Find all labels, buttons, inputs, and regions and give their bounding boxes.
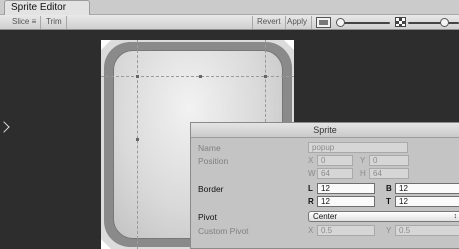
window-titlebar: Sprite Editor <box>0 0 459 15</box>
border-guide-left[interactable] <box>137 40 138 249</box>
pivot-dropdown-value: Center <box>313 212 338 221</box>
custom-pivot-y-axis: Y <box>386 226 392 235</box>
pivot-dropdown[interactable]: Center ↕ <box>308 211 459 222</box>
position-label: Position <box>198 156 229 166</box>
corner-marker <box>101 40 111 50</box>
border-handle[interactable] <box>264 75 267 78</box>
border-handle[interactable] <box>199 75 202 78</box>
border-r-field[interactable]: 12 <box>317 196 375 207</box>
panel-title: Sprite <box>191 123 459 138</box>
position-y-field[interactable]: 0 <box>369 155 409 166</box>
position-w-field[interactable]: 64 <box>317 168 353 179</box>
border-label: Border <box>198 184 224 194</box>
border-b-axis: B <box>386 184 392 193</box>
name-field[interactable]: popup <box>308 142 408 153</box>
border-r-axis: R <box>308 197 314 206</box>
corner-marker <box>284 40 294 50</box>
position-row-wh: W 64 H 64 <box>191 168 459 180</box>
border-handle[interactable] <box>136 75 139 78</box>
revert-button[interactable]: Revert <box>252 16 286 29</box>
mip-slider-track[interactable] <box>408 22 459 24</box>
custom-pivot-x-field[interactable]: 0.5 <box>317 225 375 236</box>
slice-button[interactable]: Slice ≡ <box>8 16 42 29</box>
toolbar: Slice ≡ Trim Revert Apply <box>0 15 459 30</box>
custom-pivot-x-axis: X <box>308 226 314 235</box>
mip-slider-thumb[interactable] <box>440 18 449 27</box>
chevron-updown-icon: ↕ <box>453 213 458 220</box>
border-row-lb: Border L 12 B 12 <box>191 183 459 195</box>
border-l-axis: L <box>308 184 313 193</box>
custom-pivot-label: Custom Pivot <box>198 226 249 236</box>
border-b-field[interactable]: 12 <box>395 183 459 194</box>
border-handle[interactable] <box>136 138 139 141</box>
position-y-axis: Y <box>360 156 366 165</box>
border-l-field[interactable]: 12 <box>317 183 375 194</box>
position-w-axis: W <box>308 169 316 178</box>
name-label: Name <box>198 143 221 153</box>
border-guide-right[interactable] <box>265 40 266 122</box>
trim-button[interactable]: Trim <box>42 16 67 29</box>
border-t-axis: T <box>386 197 391 206</box>
alpha-checker-icon[interactable] <box>395 17 406 27</box>
position-h-axis: H <box>360 169 366 178</box>
border-t-field[interactable]: 12 <box>395 196 459 207</box>
position-x-axis: X <box>308 156 314 165</box>
sprite-inspector-panel: Sprite Name popup Position X 0 Y 0 W 64 … <box>190 122 459 249</box>
position-h-field[interactable]: 64 <box>369 168 409 179</box>
pivot-label: Pivot <box>198 212 217 222</box>
corner-marker <box>101 239 111 249</box>
apply-button[interactable]: Apply <box>283 16 313 29</box>
position-x-field[interactable]: 0 <box>317 155 353 166</box>
border-row-rt: R 12 T 12 <box>191 196 459 208</box>
zoom-slider-thumb[interactable] <box>336 18 345 27</box>
custom-pivot-y-field[interactable]: 0.5 <box>395 225 459 236</box>
name-row: Name popup <box>191 142 459 154</box>
rgb-channel-icon[interactable] <box>316 17 331 28</box>
custom-pivot-row: Custom Pivot X 0.5 Y 0.5 <box>191 225 459 237</box>
zoom-slider-track[interactable] <box>338 22 390 24</box>
window-title-tab[interactable]: Sprite Editor <box>4 0 90 15</box>
position-row-xy: Position X 0 Y 0 <box>191 155 459 167</box>
pivot-row: Pivot Center ↕ <box>191 211 459 223</box>
